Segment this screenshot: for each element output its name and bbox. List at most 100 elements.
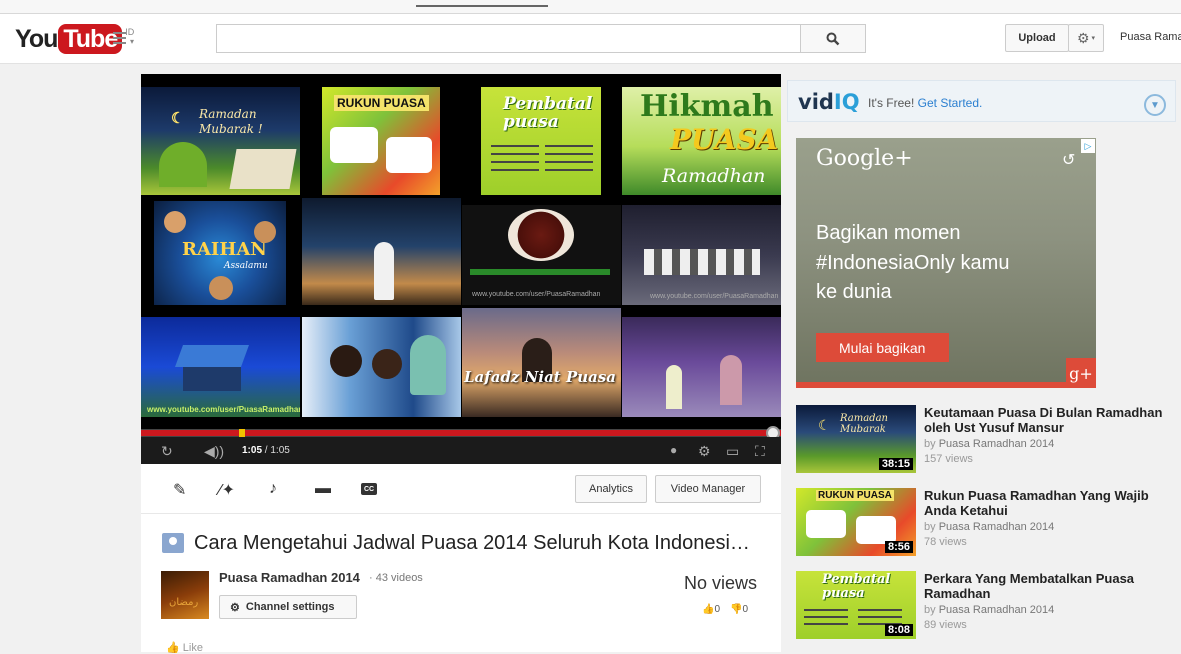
- tile-text: Ramadhan: [662, 165, 766, 187]
- vidiq-banner: vidIQ It's Free! Get Started. ▼: [787, 80, 1176, 122]
- vidiq-logo: vidIQ: [798, 90, 860, 114]
- tile-text: Hikmah: [640, 89, 774, 124]
- search-icon: [826, 32, 840, 45]
- current-time: 1:05: [242, 445, 263, 456]
- tile-raihan: RAIHAN Assalamu: [154, 201, 286, 305]
- thumb-down-icon[interactable]: 👎0: [730, 604, 748, 615]
- vidiq-get-started-link[interactable]: Get Started.: [918, 96, 983, 110]
- ad-line-2: #IndonesiaOnly kamu: [816, 252, 1010, 274]
- related-thumbnail[interactable]: ☾ Ramadan Mubarak 38:15: [796, 405, 916, 473]
- search-button[interactable]: [800, 24, 866, 53]
- view-count: No views: [684, 573, 758, 593]
- channel-name[interactable]: Puasa Ramadhan 2014: [219, 570, 360, 585]
- gear-icon: ⚙: [230, 601, 240, 614]
- ad-bottom-bar: [796, 382, 1066, 388]
- dislike-count: 0: [742, 604, 749, 615]
- guide-menu-icon[interactable]: ▾: [113, 32, 137, 46]
- related-title[interactable]: Rukun Puasa Ramadhan Yang Wajib Anda Ket…: [924, 488, 1164, 518]
- like-dislike-counts: 👍0 👎0: [702, 604, 748, 615]
- related-channel: by Puasa Ramadhan 2014: [924, 521, 1055, 533]
- time-display: 1:05 / 1:05: [242, 445, 290, 456]
- ad-line-1: Bagikan momen: [816, 222, 961, 244]
- related-views: 78 views: [924, 536, 967, 548]
- masthead: You Tube ID ▾ Upload ⚙▾ Puasa Ramadhan 2…: [0, 14, 1181, 64]
- video-frame: ☾ Ramadan Mubarak ! RUKUN PUASA Pembatal…: [141, 74, 781, 430]
- captions-icon[interactable]: CC: [361, 483, 377, 495]
- user-icon: [162, 533, 184, 553]
- related-thumbnail[interactable]: RUKUN PUASA 8:56: [796, 488, 916, 556]
- ad-cta-button[interactable]: Mulai bagikan: [816, 333, 949, 362]
- watch-later-icon[interactable]: ●: [670, 443, 677, 457]
- like-count: 0: [714, 604, 721, 615]
- tile-text: RUKUN PUASA: [334, 95, 429, 111]
- tile-pembatal-puasa: Pembatal puasa: [481, 87, 601, 195]
- search-input[interactable]: [217, 25, 800, 52]
- volume-icon[interactable]: ◀)): [204, 443, 224, 460]
- tile-women-stage: [622, 317, 781, 417]
- related-channel: by Puasa Ramadhan 2014: [924, 438, 1055, 450]
- chevron-down-icon: ▾: [1091, 35, 1096, 42]
- google-plus-ad[interactable]: Google+ ▷ ↺ Bagikan momen #IndonesiaOnly…: [796, 138, 1096, 388]
- annotations-icon[interactable]: ▬: [315, 480, 331, 498]
- creator-action-bar: ✎ ⁄✦ ♪ ▬ CC Analytics Video Manager: [141, 464, 781, 514]
- channel-settings-button[interactable]: ⚙ Channel settings: [219, 595, 357, 619]
- related-video[interactable]: Pembatal puasa 8:08 Perkara Yang Membata…: [796, 571, 1176, 639]
- upload-button[interactable]: Upload: [1005, 24, 1069, 52]
- tile-hikmah-puasa: Hikmah PUASA Ramadhan: [622, 87, 781, 195]
- channel-avatar[interactable]: [161, 571, 209, 619]
- analytics-button[interactable]: Analytics: [575, 475, 647, 503]
- related-duration: 8:56: [884, 541, 913, 553]
- related-duration: 38:15: [878, 458, 913, 470]
- fullscreen-icon[interactable]: ⛶: [755, 443, 765, 460]
- enhancements-wand-icon[interactable]: ⁄✦: [219, 480, 235, 500]
- chevron-down-icon[interactable]: ▼: [1144, 94, 1166, 116]
- replay-icon[interactable]: ↻: [161, 443, 173, 460]
- progress-fill: [141, 430, 781, 436]
- gear-icon[interactable]: ⚙: [698, 443, 711, 460]
- browser-top-strip: [0, 0, 1181, 14]
- tile-house-night: www.youtube.com/user/PuasaRamadhan: [141, 317, 300, 417]
- channel-video-count: · 43 videos: [369, 572, 423, 584]
- tile-text: PUASA: [670, 123, 779, 156]
- like-button[interactable]: 👍 Like: [166, 641, 203, 654]
- progress-bar[interactable]: [141, 426, 781, 440]
- related-duration: 8:08: [884, 624, 913, 636]
- search-box[interactable]: [216, 24, 801, 53]
- video-manager-button[interactable]: Video Manager: [655, 475, 761, 503]
- duration: 1:05: [270, 445, 290, 456]
- tile-text: www.youtube.com/user/PuasaRamadhan: [147, 405, 300, 414]
- theater-mode-icon[interactable]: ▭: [726, 443, 739, 460]
- audio-note-icon[interactable]: ♪: [269, 480, 277, 498]
- tile-text: RAIHAN: [182, 239, 267, 260]
- adchoices-icon[interactable]: ▷: [1081, 139, 1095, 153]
- ad-swirl-icon: ↺: [1062, 152, 1076, 169]
- related-channel: by Puasa Ramadhan 2014: [924, 604, 1055, 616]
- strip-marker: [416, 5, 548, 7]
- edit-pencil-icon[interactable]: ✎: [173, 480, 186, 500]
- account-name[interactable]: Puasa Ramadhan 2014: [1120, 31, 1181, 43]
- tile-rukun-puasa: RUKUN PUASA: [322, 87, 440, 195]
- video-player[interactable]: ☾ Ramadan Mubarak ! RUKUN PUASA Pembatal…: [141, 74, 781, 464]
- related-views: 89 views: [924, 619, 967, 631]
- google-plus-icon: g+: [1066, 358, 1096, 388]
- related-video[interactable]: RUKUN PUASA 8:56 Rukun Puasa Ramadhan Ya…: [796, 488, 1176, 556]
- related-title[interactable]: Perkara Yang Membatalkan Puasa Ramadhan: [924, 571, 1164, 601]
- logo-you-text: You: [15, 24, 58, 53]
- ad-line-3: ke dunia: [816, 281, 892, 303]
- player-controls: ↻ ◀)) 1:05 / 1:05 ● ⚙ ▭ ⛶: [141, 437, 781, 464]
- related-views: 157 views: [924, 453, 973, 465]
- tile-text: Assalamu: [224, 261, 268, 271]
- related-title[interactable]: Keutamaan Puasa Di Bulan Ramadhan oleh U…: [924, 405, 1164, 435]
- tile-ramadan-mubarak: ☾ Ramadan Mubarak !: [141, 87, 300, 195]
- related-thumbnail[interactable]: Pembatal puasa 8:08: [796, 571, 916, 639]
- tile-text: Pembatal puasa: [503, 94, 593, 132]
- tile-singer-dusk: [302, 198, 461, 305]
- tile-text: Ramadan Mubarak !: [199, 107, 263, 136]
- gear-icon: ⚙: [1076, 29, 1090, 46]
- tile-group-studio: www.youtube.com/user/PuasaRamadhan: [622, 205, 781, 305]
- thumb-up-icon[interactable]: 👍0: [702, 604, 720, 615]
- tile-lafadz-niat: Lafadz Niat Puasa Ramadhan: [462, 308, 621, 417]
- related-video[interactable]: ☾ Ramadan Mubarak 38:15 Keutamaan Puasa D…: [796, 405, 1176, 473]
- settings-menu-button[interactable]: ⚙ ▾: [1068, 24, 1104, 52]
- ad-brand: Google+: [816, 146, 913, 171]
